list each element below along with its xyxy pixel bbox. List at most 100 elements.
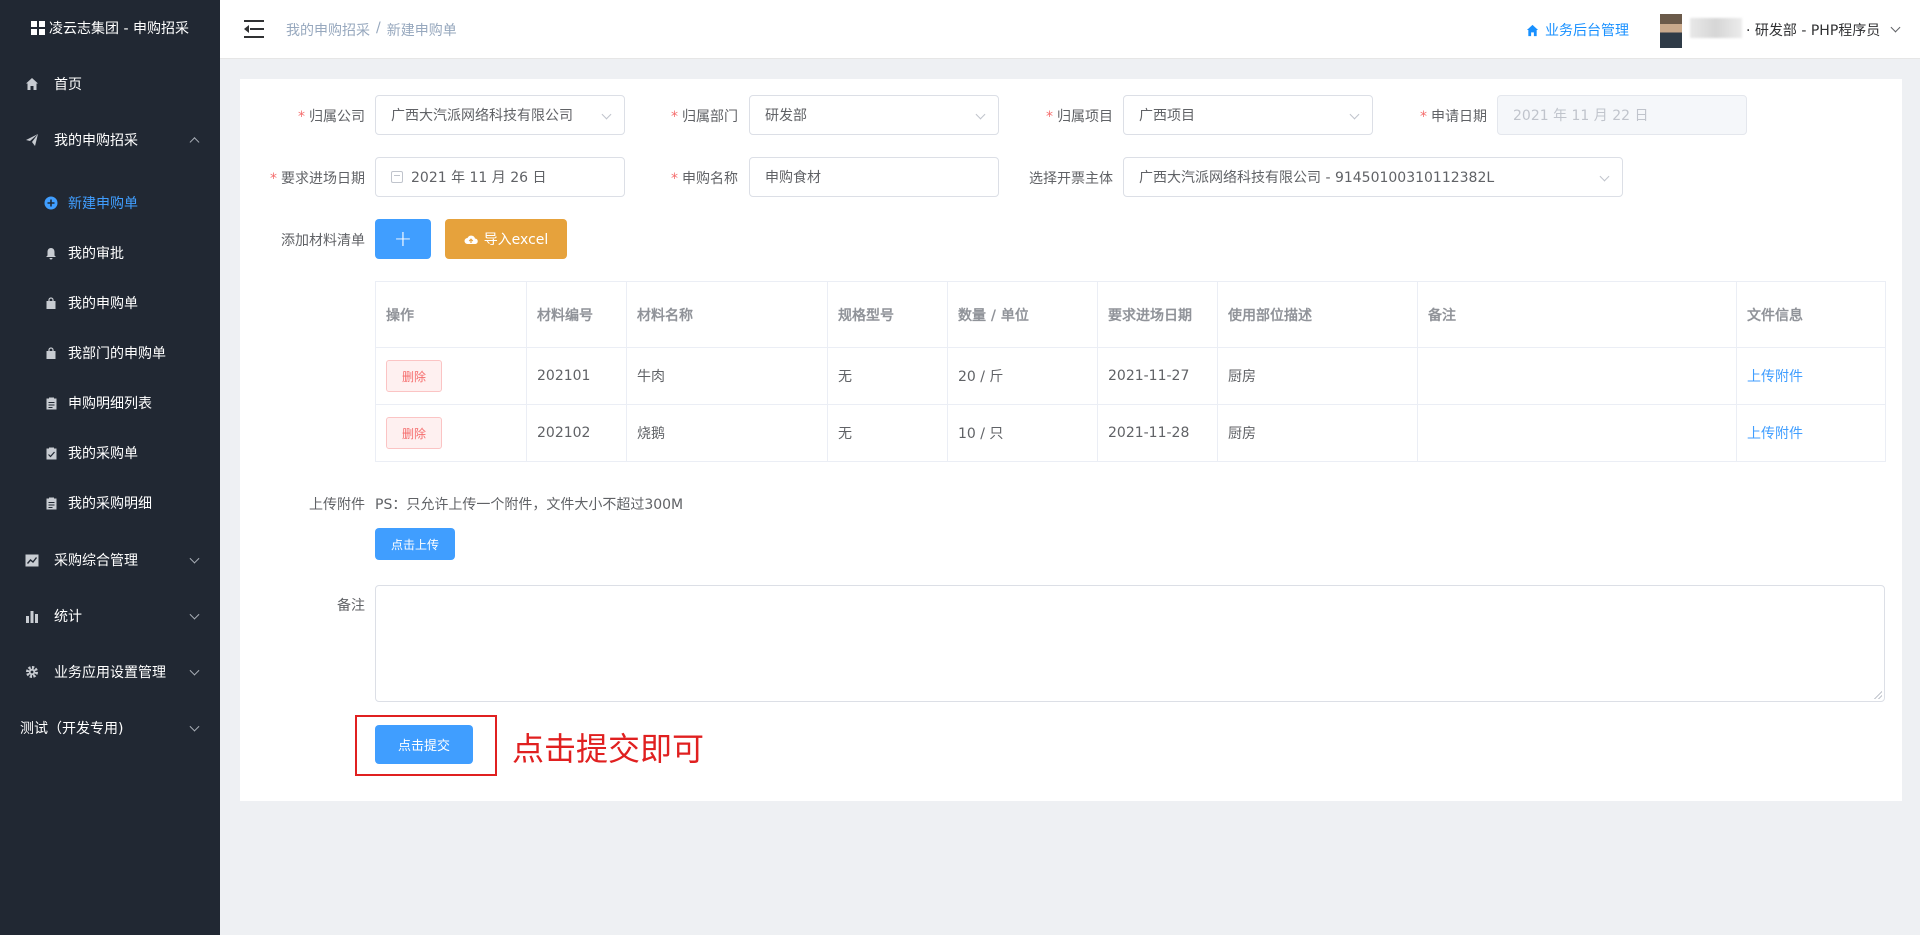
action-cell: 删除 [375, 404, 527, 462]
column-header: 使用部位描述 [1217, 281, 1418, 348]
table-row: 删除 202102 烧鹅 无 10 / 只 2021-11-28 厨房 上传附件 [375, 404, 1886, 462]
sidebar-item-stats[interactable]: 统计 [0, 588, 220, 644]
column-header: 操作 [375, 281, 527, 348]
chevron-down-icon[interactable] [1890, 22, 1901, 33]
table-row: 删除 202101 牛肉 无 20 / 斤 2021-11-27 厨房 上传附件 [375, 347, 1886, 405]
brand: 凌云志集团 - 申购招采 [0, 0, 220, 56]
breadcrumb-item-current: 新建申购单 [386, 23, 457, 39]
import-excel-button[interactable]: 导入excel [445, 219, 567, 259]
company-select[interactable]: 广西大汽派网络科技有限公司 [375, 95, 625, 135]
biz-backend-link[interactable]: 业务后台管理 [1526, 20, 1629, 40]
materials-table: 操作 材料编号 材料名称 规格型号 数量 / 单位 要求进场日期 使用部位描述 … [375, 281, 1886, 462]
remark-textarea[interactable] [375, 585, 1885, 702]
breadcrumb: 我的申购招采 / 新建申购单 [286, 20, 457, 40]
breadcrumb-item[interactable]: 我的申购招采 [286, 20, 370, 40]
sidebar-item-biz-settings[interactable]: 业务应用设置管理 [0, 644, 220, 700]
dept-select[interactable]: 研发部 [749, 95, 999, 135]
sidebar-item-home[interactable]: 首页 [0, 56, 220, 112]
grid-logo-icon [31, 21, 46, 35]
project-label: * 归属项目 [1046, 109, 1113, 125]
chevron-down-icon [601, 109, 612, 120]
chevron-down-icon [189, 609, 200, 620]
sidebar-item-label: 我的申购单 [68, 296, 138, 312]
arrival-date-picker[interactable]: 2021 年 11 月 26 日 [375, 157, 625, 197]
bag-icon [44, 296, 58, 310]
dept-label: * 归属部门 [671, 109, 738, 125]
chevron-down-icon [189, 553, 200, 564]
sidebar-item-label: 我的采购明细 [68, 496, 152, 512]
home-icon [24, 76, 40, 92]
upload-attachment-link[interactable]: 上传附件 [1747, 369, 1803, 385]
sidebar-item-my-approval[interactable]: 我的审批 [0, 228, 220, 278]
chevron-down-icon [1349, 109, 1360, 120]
date-cell: 2021-11-27 [1097, 347, 1218, 405]
location-cell: 厨房 [1217, 347, 1418, 405]
chevron-down-icon [975, 109, 986, 120]
delete-button[interactable]: 删除 [386, 360, 442, 392]
invoice-select[interactable]: 广西大汽派网络科技有限公司 - 91450100310112382L [1123, 157, 1623, 197]
user-name-blurred [1690, 18, 1742, 38]
cloud-upload-icon [464, 235, 478, 244]
column-header: 要求进场日期 [1097, 281, 1218, 348]
remark-cell [1417, 404, 1737, 462]
home-icon [1526, 24, 1539, 36]
chevron-down-icon [1599, 171, 1610, 182]
delete-button[interactable]: 删除 [386, 417, 442, 449]
upload-attachment-link[interactable]: 上传附件 [1747, 426, 1803, 442]
sidebar-item-purchase-mgmt[interactable]: 采购综合管理 [0, 532, 220, 588]
sidebar-item-my-order-details[interactable]: 我的采购明细 [0, 478, 220, 528]
avatar[interactable] [1660, 14, 1682, 48]
sidebar: 凌云志集团 - 申购招采 首页 我的申购招采 新建申购单 我的审批 我的申购单 … [0, 0, 220, 935]
annotation-text: 点击提交即可 [512, 730, 705, 768]
sidebar-item-label: 我的申购招采 [54, 133, 138, 149]
add-material-button[interactable]: + [375, 219, 431, 259]
upload-label: 上传附件 [309, 497, 365, 513]
code-cell: 202102 [526, 404, 627, 462]
resize-handle-icon[interactable] [1874, 691, 1882, 699]
upload-button[interactable]: 点击上传 [375, 528, 455, 560]
spec-cell: 无 [827, 404, 948, 462]
column-header: 材料名称 [626, 281, 828, 348]
sidebar-item-label: 首页 [54, 77, 82, 93]
upload-hint: PS：只允许上传一个附件，文件大小不超过300M [375, 497, 684, 513]
sidebar-item-dept-requests[interactable]: 我部门的申购单 [0, 328, 220, 378]
menu-toggle-icon[interactable] [244, 20, 264, 38]
sidebar-item-label: 我的审批 [68, 246, 124, 262]
code-cell: 202101 [526, 347, 627, 405]
biz-backend-label: 业务后台管理 [1545, 23, 1629, 39]
sidebar-item-label: 业务应用设置管理 [54, 665, 166, 681]
gear-icon [24, 664, 40, 680]
sidebar-item-my-requests[interactable]: 我的申购单 [0, 278, 220, 328]
submit-button[interactable]: 点击提交 [375, 725, 473, 764]
bar-chart-icon [24, 608, 40, 624]
brand-title: 凌云志集团 - 申购招采 [49, 21, 189, 37]
plus-circle-icon [44, 196, 58, 210]
sidebar-item-request-details[interactable]: 申购明细列表 [0, 378, 220, 428]
table-header-row: 操作 材料编号 材料名称 规格型号 数量 / 单位 要求进场日期 使用部位描述 … [375, 281, 1886, 348]
file-cell: 上传附件 [1736, 404, 1886, 462]
sidebar-item-label: 统计 [54, 609, 82, 625]
file-cell: 上传附件 [1736, 347, 1886, 405]
sidebar-item-label: 我的采购单 [68, 446, 138, 462]
sidebar-item-test-dev[interactable]: 测试（开发专用) [0, 700, 220, 756]
sidebar-item-my-orders[interactable]: 我的采购单 [0, 428, 220, 478]
apply-date-label: * 申请日期 [1420, 109, 1487, 125]
send-icon [24, 132, 40, 148]
clipboard-check-icon [44, 446, 58, 460]
sidebar-item-label: 测试（开发专用) [20, 721, 124, 737]
user-role[interactable]: · 研发部 - PHP程序员 [1746, 20, 1880, 40]
request-name-input[interactable]: 申购食材 [749, 157, 999, 197]
qty-cell: 20 / 斤 [947, 347, 1098, 405]
spec-cell: 无 [827, 347, 948, 405]
sidebar-item-new-request[interactable]: 新建申购单 [0, 178, 220, 228]
sidebar-item-my-purchase[interactable]: 我的申购招采 [0, 112, 220, 168]
top-header: 我的申购招采 / 新建申购单 业务后台管理 · 研发部 - PHP程序员 [220, 0, 1920, 59]
chart-line-icon [24, 552, 40, 568]
qty-cell: 10 / 只 [947, 404, 1098, 462]
project-select[interactable]: 广西项目 [1123, 95, 1373, 135]
add-materials-label: 添加材料清单 [281, 233, 365, 249]
sidebar-item-label: 采购综合管理 [54, 553, 138, 569]
sidebar-item-label: 申购明细列表 [68, 396, 152, 412]
company-label: * 归属公司 [298, 109, 365, 125]
bell-icon [44, 246, 58, 260]
